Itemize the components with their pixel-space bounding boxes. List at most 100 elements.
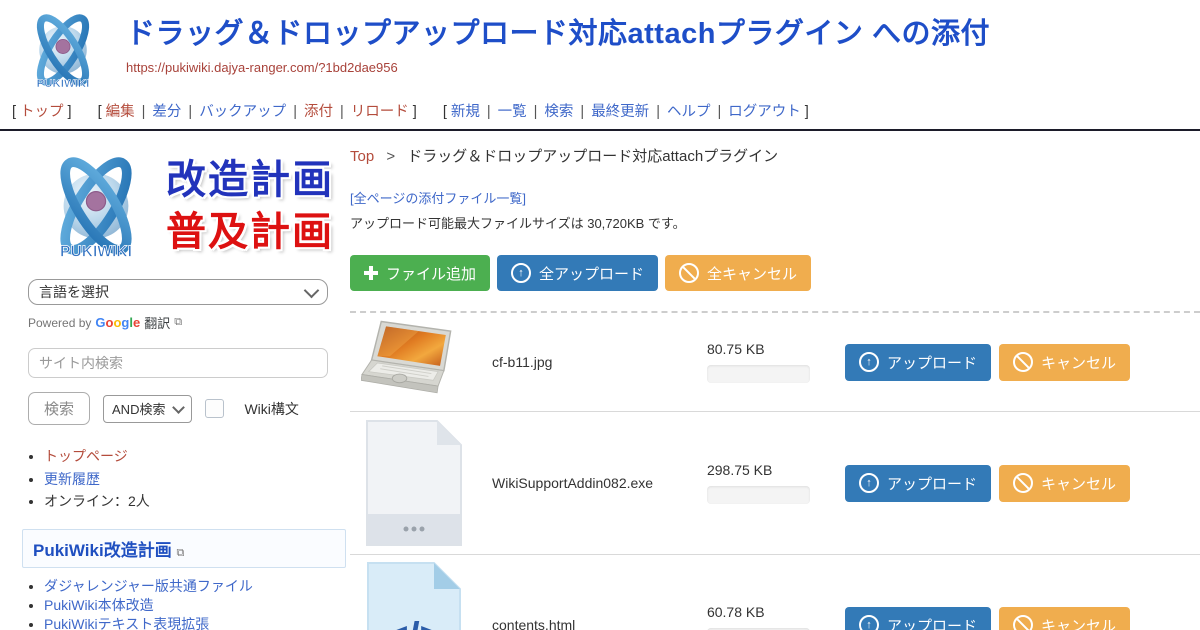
google-letter: G <box>95 315 105 330</box>
upload-button[interactable]: ↑ アップロード <box>845 607 991 630</box>
logo-word-kaizou: 改造計画 <box>166 158 334 202</box>
cancel-button[interactable]: キャンセル <box>999 465 1130 502</box>
cancel-all-button[interactable]: 全キャンセル <box>665 255 811 291</box>
sidebar-quick-links: トップページ 更新履歴 オンライン：2人 <box>0 447 346 511</box>
online-count: オンライン：2人 <box>44 493 150 509</box>
nav-item-attach[interactable]: 添付 <box>304 104 333 120</box>
chevron-down-icon <box>304 282 320 298</box>
wiki-syntax-label: Wiki構文 <box>244 399 298 419</box>
bracket: ] <box>413 104 417 120</box>
bracket: ] <box>68 104 72 120</box>
sidebar-item-core-mod[interactable]: PukiWiki本体改造 <box>44 597 154 613</box>
nav-item-search[interactable]: 検索 <box>544 104 573 120</box>
bracket: [ <box>98 104 102 120</box>
upload-label: アップロード <box>887 615 977 630</box>
pipe: | <box>656 104 660 120</box>
sidebar-site-logo[interactable]: PUKIWIKI 改造計画 普及計画 <box>0 145 346 267</box>
sidebar-plugin-links: ダジャレンジャー版共通ファイル PukiWiki本体改造 PukiWikiテキス… <box>0 578 346 630</box>
external-link-icon: ⧉ <box>174 316 182 329</box>
sidebar-item-text-ext[interactable]: PukiWikiテキスト表現拡張 <box>44 616 209 630</box>
nav-item-recent[interactable]: 最終更新 <box>591 104 649 120</box>
bracket: ] <box>805 104 809 120</box>
ban-icon <box>1013 352 1033 372</box>
upload-circle-icon: ↑ <box>859 352 879 372</box>
generic-file-icon <box>365 417 463 549</box>
site-search-input[interactable] <box>28 348 328 378</box>
upload-all-button[interactable]: ↑ 全アップロード <box>497 255 658 291</box>
nav-item-top[interactable]: トップ <box>20 104 64 120</box>
bracket: [ <box>12 104 16 120</box>
translate-link[interactable]: 翻訳 <box>144 313 170 332</box>
file-thumbnail <box>350 417 478 549</box>
search-mode-value: AND検索 <box>112 399 165 418</box>
upload-progress-bar <box>707 486 810 504</box>
nav-item-help[interactable]: ヘルプ <box>667 104 711 120</box>
search-button[interactable]: 検索 <box>28 392 90 425</box>
wiki-syntax-checkbox[interactable] <box>205 399 224 418</box>
language-select-value: 言語を選択 <box>39 282 109 302</box>
ban-icon <box>679 263 699 283</box>
pipe: | <box>717 104 721 120</box>
list-item: ダジャレンジャー版共通ファイル <box>44 578 346 595</box>
file-row-actions: ↑ アップロード キャンセル <box>845 607 1130 630</box>
nav-item-reload[interactable]: リロード <box>351 104 409 120</box>
nav-group-home: [トップ] <box>8 104 76 120</box>
nav-group-page: [編集|差分|バックアップ|添付|リロード] <box>94 104 421 120</box>
language-select[interactable]: 言語を選択 <box>28 279 328 305</box>
bracket: [ <box>443 104 447 120</box>
external-link-icon: ⧉ <box>176 547 184 559</box>
cancel-button[interactable]: キャンセル <box>999 607 1130 630</box>
search-mode-select[interactable]: AND検索 <box>103 395 192 423</box>
file-name: WikiSupportAddin082.exe <box>478 475 707 491</box>
nav-item-edit[interactable]: 編集 <box>106 104 135 120</box>
page-url[interactable]: https://pukiwiki.dajya-ranger.com/?1bd2d… <box>126 60 990 75</box>
list-item: 更新履歴 <box>44 470 346 489</box>
pukiwiki-logo-label: PUKIWIKI <box>37 78 90 90</box>
nav-item-backup[interactable]: バックアップ <box>199 104 286 120</box>
sidebar: PUKIWIKI 改造計画 普及計画 言語を選択 Powered by Goog… <box>0 131 346 630</box>
pipe: | <box>340 104 344 120</box>
site-logo-words: 改造計画 普及計画 <box>166 158 334 254</box>
nav-item-diff[interactable]: 差分 <box>152 104 181 120</box>
page-header: PUKIWIKI ドラッグ＆ドロップアップロード対応attachプラグイン への… <box>0 0 1200 96</box>
google-letter: e <box>133 315 140 330</box>
google-logo: Google <box>95 315 140 330</box>
html-file-icon: </> <box>366 560 462 630</box>
sidebar-section-heading[interactable]: PukiWiki改造計画 ⧉ <box>22 529 346 568</box>
add-files-button[interactable]: ファイル追加 <box>350 255 490 291</box>
file-size: 298.75 KB <box>707 462 829 478</box>
powered-by-label: Powered by <box>28 316 91 330</box>
pukiwiki-atom-logo-icon: PUKIWIKI <box>18 6 108 94</box>
upload-label: アップロード <box>887 473 977 494</box>
bulk-actions: ファイル追加 ↑ 全アップロード 全キャンセル <box>350 255 1200 291</box>
section-heading-label: PukiWiki改造計画 <box>33 541 172 560</box>
upload-button[interactable]: ↑ アップロード <box>845 465 991 502</box>
breadcrumb-separator: > <box>386 148 395 165</box>
pukiwiki-atom-logo-icon: PUKIWIKI <box>22 146 170 266</box>
nav-item-logout[interactable]: ログアウト <box>728 104 801 120</box>
file-name: contents.html <box>478 617 707 630</box>
page-title: ドラッグ＆ドロップアップロード対応attachプラグイン への添付 <box>126 18 990 51</box>
sidebar-item-update-history[interactable]: 更新履歴 <box>44 471 100 487</box>
cancel-all-label: 全キャンセル <box>707 263 797 284</box>
pukiwiki-attach-page: PUKIWIKI ドラッグ＆ドロップアップロード対応attachプラグイン への… <box>0 0 1200 630</box>
ban-icon <box>1013 473 1033 493</box>
pipe: | <box>487 104 491 120</box>
list-item: オンライン：2人 <box>44 492 346 511</box>
nav-item-list[interactable]: 一覧 <box>498 104 527 120</box>
cancel-button[interactable]: キャンセル <box>999 344 1130 381</box>
google-translate-credit: Powered by Google 翻訳 ⧉ <box>28 313 328 332</box>
list-item: トップページ <box>44 447 346 466</box>
all-attachments-link[interactable]: [全ページの添付ファイル一覧] <box>350 188 1200 207</box>
plus-icon <box>364 266 378 280</box>
upload-button[interactable]: ↑ アップロード <box>845 344 991 381</box>
file-row: WikiSupportAddin082.exe 298.75 KB ↑ アップロ… <box>350 412 1200 555</box>
breadcrumb-home[interactable]: Top <box>350 148 374 165</box>
sidebar-item-common-files[interactable]: ダジャレンジャー版共通ファイル <box>44 578 253 594</box>
max-upload-size-text: アップロード可能最大ファイルサイズは 30,720KB です。 <box>350 213 1200 232</box>
cancel-label: キャンセル <box>1041 615 1116 630</box>
file-meta: 80.75 KB <box>707 341 829 383</box>
pipe: | <box>580 104 584 120</box>
nav-item-new[interactable]: 新規 <box>451 104 480 120</box>
sidebar-item-toppage[interactable]: トップページ <box>44 448 128 464</box>
